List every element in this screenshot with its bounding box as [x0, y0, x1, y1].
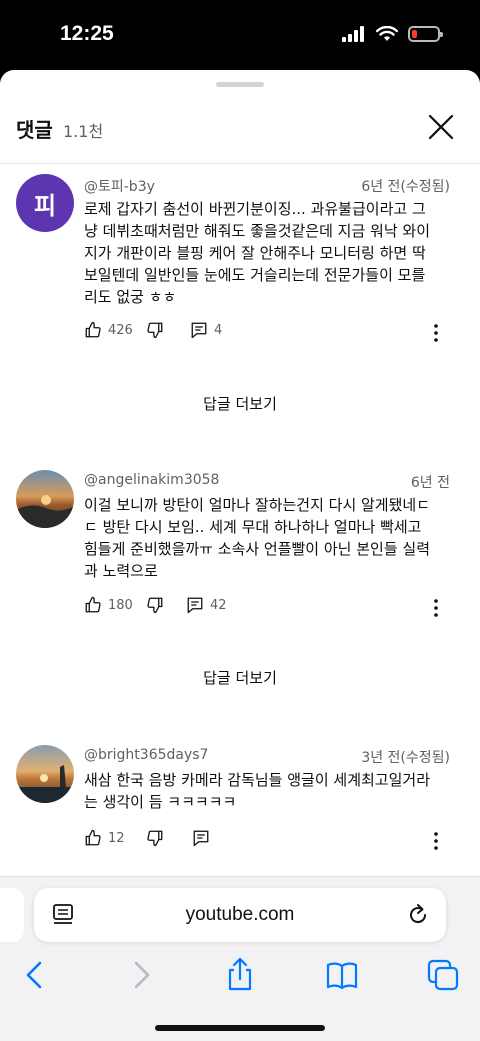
like-count: 426 [108, 322, 133, 338]
comment-text: 로제 갑자기 춤선이 바뀐기분이징... 과유불급이라고 그 냥 데뷔초때처럼만… [84, 198, 454, 308]
like-button[interactable]: 180 [84, 596, 133, 614]
comment-line: 보일텐데 일반인들 눈에도 거슬리는데 전문가들이 모를 [84, 266, 426, 284]
like-button[interactable]: 12 [84, 829, 125, 847]
reply-count: 4 [214, 322, 223, 338]
home-indicator[interactable] [155, 1025, 325, 1031]
more-replies-link[interactable]: 답글 더보기 [0, 667, 480, 688]
reply-count: 42 [210, 597, 227, 613]
more-replies-link[interactable]: 답글 더보기 [0, 393, 480, 414]
bookmarks-icon[interactable] [324, 957, 360, 993]
status-bar: 12:25 [0, 0, 480, 70]
comment-time: 6년 전(수정됨) [361, 179, 450, 195]
dislike-button[interactable] [146, 321, 164, 339]
sheet-grabber[interactable] [216, 82, 264, 87]
back-icon[interactable] [18, 957, 54, 993]
comment-author[interactable]: @토피-b3y [84, 176, 155, 196]
address-bar[interactable]: youtube.com [34, 888, 446, 942]
battery-icon [408, 26, 443, 42]
reply-button[interactable] [192, 829, 210, 847]
comment-actions: 12 [84, 829, 454, 853]
wifi-icon [376, 26, 398, 41]
dislike-icon [147, 322, 163, 339]
comment-author[interactable]: @bright365days7 [84, 747, 208, 763]
comment-time: 6년 전 [410, 475, 450, 491]
reply-button[interactable]: 4 [190, 321, 222, 339]
comment-line: 새삼 한국 음방 카메라 감독님들 앵글이 세계최고일거라 [84, 771, 431, 789]
comment-actions: 180 42 [84, 596, 454, 620]
comment-text: 새삼 한국 음방 카메라 감독님들 앵글이 세계최고일거라 는 생각이 듬 ㅋㅋ… [84, 769, 454, 813]
close-icon[interactable] [424, 110, 458, 144]
dislike-icon [147, 597, 163, 614]
like-count: 12 [108, 830, 125, 846]
comment-line: 로제 갑자기 춤선이 바뀐기분이징... 과유불급이라고 그 [84, 200, 426, 218]
comment-time: 3년 전(수정됨) [361, 750, 450, 766]
comment-line: 리도 없궁 ㅎㅎ [84, 288, 177, 306]
comment-item: @bright365days7 3년 전(수정됨) 새삼 한국 음방 카메라 감… [0, 745, 480, 865]
avatar[interactable] [16, 745, 74, 803]
like-button[interactable]: 426 [84, 321, 133, 339]
browser-bottom-bar: youtube.com [0, 876, 480, 1041]
dislike-button[interactable] [146, 829, 164, 847]
comment-author[interactable]: @angelinakim3058 [84, 472, 219, 488]
comments-title: 댓글 [16, 118, 53, 142]
reply-button[interactable]: 42 [186, 596, 227, 614]
browser-toolbar [0, 957, 480, 993]
forward-icon[interactable] [122, 957, 158, 993]
reload-icon[interactable] [406, 903, 430, 927]
comment-line: ㄷ 방탄 다시 보임.. 세계 무대 하나하나 얼마나 빡세고 [84, 518, 422, 536]
comment-line: 힘들게 준비했을까ㅠ 소속사 언플빨이 아닌 본인들 실력 [84, 540, 431, 558]
share-icon[interactable] [222, 957, 258, 993]
status-icons [342, 26, 443, 42]
comment-line: 이걸 보니까 방탄이 얼마나 잘하는건지 다시 알게됐네ㄷ [84, 496, 431, 514]
reply-icon [187, 597, 203, 614]
reply-icon [191, 322, 207, 339]
like-icon [85, 829, 101, 846]
comment-line: 지가 개판이라 블핑 케어 잘 안해주나 모니터링 하면 딱 [84, 244, 426, 262]
url-text[interactable]: youtube.com [34, 904, 446, 926]
dislike-icon [147, 830, 163, 847]
like-icon [85, 596, 101, 613]
more-vert-icon[interactable] [424, 321, 448, 345]
cellular-signal-icon [342, 26, 364, 42]
tabs-icon[interactable] [425, 957, 461, 993]
reply-icon [193, 830, 209, 847]
comment-actions: 426 4 [84, 321, 454, 345]
comment-item: @angelinakim3058 6년 전 이걸 보니까 방탄이 얼마나 잘하는… [0, 470, 480, 630]
more-vert-icon[interactable] [424, 596, 448, 620]
comment-item: 피 @토피-b3y 6년 전(수정됨) 로제 갑자기 춤선이 바뀐기분이징...… [0, 174, 480, 394]
avatar[interactable]: 피 [16, 174, 74, 232]
comment-text: 이걸 보니까 방탄이 얼마나 잘하는건지 다시 알게됐네ㄷ ㄷ 방탄 다시 보임… [84, 494, 454, 582]
more-vert-icon[interactable] [424, 829, 448, 853]
avatar[interactable] [16, 470, 74, 528]
status-time: 12:25 [60, 22, 114, 45]
comment-line: 냥 데뷔초때처럼만 해줘도 좋을것같은데 지금 워낙 와이 [84, 222, 431, 240]
comments-count: 1.1천 [63, 122, 104, 141]
like-icon [85, 321, 101, 338]
comment-line: 는 생각이 듬 ㅋㅋㅋㅋㅋ [84, 793, 237, 811]
previous-tab-peek[interactable] [0, 888, 24, 942]
dislike-button[interactable] [146, 596, 164, 614]
comment-line: 과 노력으로 [84, 562, 158, 580]
like-count: 180 [108, 597, 133, 613]
comments-header: 댓글 1.1천 [0, 96, 480, 164]
